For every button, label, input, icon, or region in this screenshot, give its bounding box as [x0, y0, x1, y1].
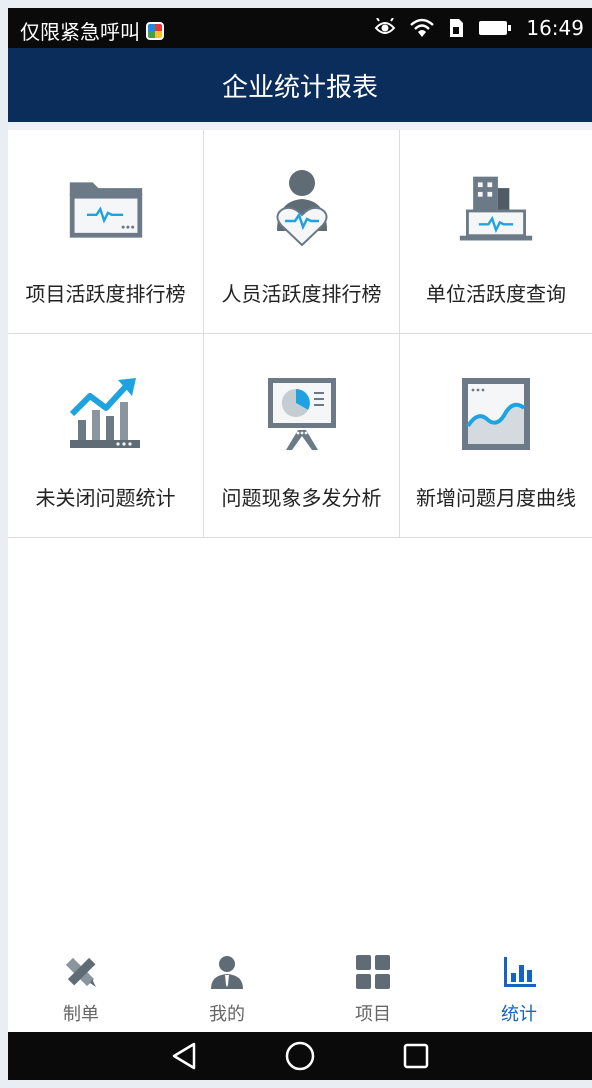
report-grid: 项目活跃度排行榜 人员活跃度排行榜 单位活跃度查询 未关闭问题统计 问题现象多发… — [8, 130, 592, 538]
building-activity-icon — [456, 170, 536, 250]
nav-item-statistics[interactable]: 统计 — [446, 940, 592, 1032]
system-nav-bar — [8, 1032, 592, 1080]
pen-ruler-icon — [61, 952, 101, 992]
person-icon — [207, 952, 247, 992]
wifi-icon — [410, 18, 435, 38]
presentation-pie-icon — [262, 374, 342, 454]
report-issue-pattern-analysis[interactable]: 问题现象多发分析 — [204, 334, 400, 538]
status-time: 16:49 — [526, 16, 584, 40]
battery-icon — [478, 19, 512, 37]
status-bar: 仅限紧急呼叫 16:49 — [8, 8, 592, 48]
sim-icon — [448, 18, 464, 38]
grid-icon — [353, 952, 393, 992]
nav-label: 项目 — [355, 1004, 391, 1025]
phone-screen: 仅限紧急呼叫 16:49 企业统计报表 项目活跃度排行榜 人员活跃度排行榜 单位… — [8, 8, 592, 1080]
eye-icon — [374, 18, 396, 38]
recents-icon[interactable] — [402, 1042, 430, 1070]
report-label: 项目活跃度排行榜 — [25, 282, 186, 306]
report-label: 人员活跃度排行榜 — [221, 282, 382, 306]
report-personnel-activity-ranking[interactable]: 人员活跃度排行榜 — [204, 130, 400, 334]
report-unit-activity-query[interactable]: 单位活跃度查询 — [400, 130, 592, 334]
nav-label: 统计 — [501, 1004, 537, 1025]
report-new-issues-monthly-curve[interactable]: 新增问题月度曲线 — [400, 334, 592, 538]
report-project-activity-ranking[interactable]: 项目活跃度排行榜 — [8, 130, 204, 334]
bar-trend-icon — [66, 374, 146, 454]
report-label: 问题现象多发分析 — [221, 486, 382, 510]
carrier-text: 仅限紧急呼叫 — [20, 20, 140, 44]
line-chart-icon — [456, 374, 536, 454]
page-title: 企业统计报表 — [221, 72, 378, 103]
back-icon[interactable] — [170, 1041, 198, 1071]
status-left: 仅限紧急呼叫 — [20, 16, 164, 45]
bottom-nav: 制单 我的 项目 统计 — [8, 940, 592, 1032]
title-bar: 企业统计报表 — [8, 48, 592, 122]
nav-item-create-order[interactable]: 制单 — [8, 940, 154, 1032]
status-right: 16:49 — [374, 16, 584, 40]
report-label: 未关闭问题统计 — [35, 486, 176, 510]
nav-label: 我的 — [209, 1004, 245, 1025]
bar-chart-icon — [499, 952, 539, 992]
folder-activity-icon — [66, 170, 146, 250]
header-divider — [8, 122, 592, 130]
nav-item-projects[interactable]: 项目 — [300, 940, 446, 1032]
app-icon — [146, 21, 164, 40]
home-icon[interactable] — [284, 1040, 316, 1072]
report-unclosed-issues-stats[interactable]: 未关闭问题统计 — [8, 334, 204, 538]
report-label: 新增问题月度曲线 — [416, 486, 576, 510]
nav-item-mine[interactable]: 我的 — [154, 940, 300, 1032]
person-heartbeat-icon — [262, 170, 342, 250]
report-label: 单位活跃度查询 — [426, 282, 566, 306]
nav-label: 制单 — [63, 1004, 99, 1025]
